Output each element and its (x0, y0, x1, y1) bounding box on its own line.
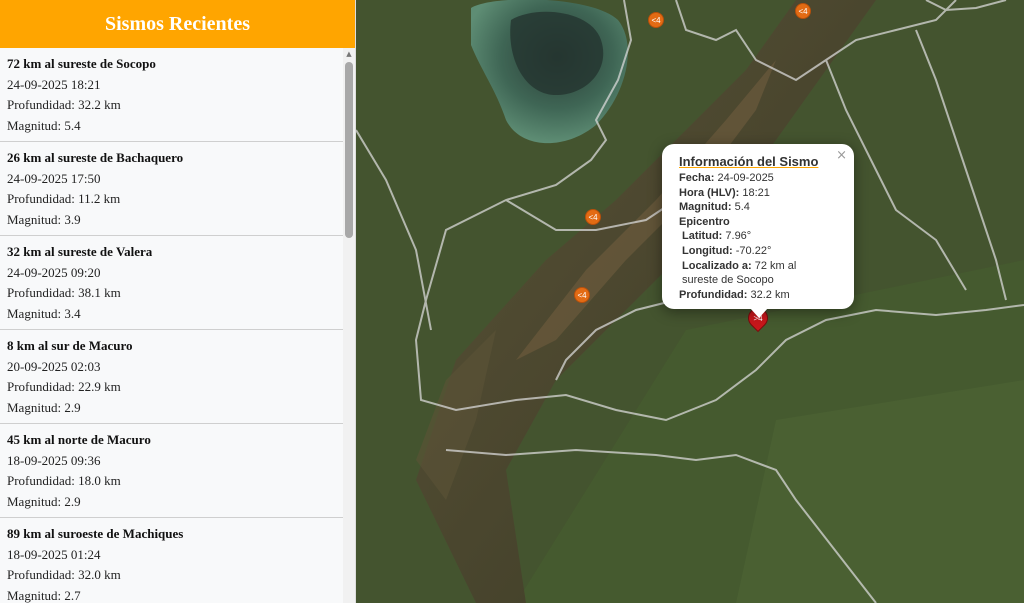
value: 5.4 (734, 201, 750, 214)
quake-datetime: 24-09-2025 17:50 (7, 170, 101, 186)
quake-depth: Profundidad: 38.1 km (7, 285, 121, 300)
quake-magnitude: Magnitud: 3.4 (7, 305, 81, 321)
value: 7.96° (725, 230, 752, 243)
popup-profundidad: Profundidad: 32.2 km (679, 288, 838, 303)
scrollbar-thumb[interactable] (345, 62, 353, 238)
value: 32.2 km (750, 288, 790, 301)
popup-localizado: Localizado a: 72 km al sureste de Socopo (679, 259, 802, 288)
label: Fecha: (679, 172, 715, 184)
scroll-up-arrow-icon[interactable]: ▲ (343, 48, 355, 60)
quake-location: 8 km al sur de Macuro (7, 338, 133, 353)
quake-datetime: 18-09-2025 09:36 (7, 452, 101, 468)
popup-hora: Hora (HLV): 18:21 (679, 186, 838, 201)
quake-depth: Profundidad: 22.9 km (7, 379, 121, 394)
sidebar: Sismos Recientes 72 km al sureste de Soc… (0, 0, 356, 603)
value: 24-09-2025 (717, 172, 774, 184)
list-item[interactable]: 45 km al norte de Macuro 18-09-2025 09:3… (0, 424, 343, 518)
quake-depth: Profundidad: 32.0 km (7, 567, 121, 582)
quake-magnitude: Magnitud: 2.7 (7, 587, 81, 603)
list-item[interactable]: 89 km al suroeste de Machiques 18-09-202… (0, 518, 343, 603)
quake-datetime: 18-09-2025 01:24 (7, 546, 101, 562)
list-item[interactable]: 8 km al sur de Macuro 20-09-2025 02:03 P… (0, 330, 343, 424)
value: 18:21 (742, 186, 770, 199)
quake-location: 32 km al sureste de Valera (7, 244, 153, 259)
earthquake-marker-small[interactable]: <4 (648, 12, 664, 28)
label: Longitud: (682, 244, 733, 257)
list-item[interactable]: 26 km al sureste de Bachaquero 24-09-202… (0, 142, 343, 236)
quake-magnitude: Magnitud: 5.4 (7, 117, 81, 133)
popup-title: Información del Sismo (679, 154, 819, 169)
quake-location: 72 km al sureste de Socopo (7, 56, 156, 71)
quake-datetime: 24-09-2025 09:20 (7, 264, 101, 280)
map[interactable]: <4 <4 <4 <4 >4 × Información del Sismo F… (356, 0, 1024, 603)
quake-magnitude: Magnitud: 2.9 (7, 493, 81, 509)
popup-fecha: Fecha: 24-09-2025 (679, 171, 838, 186)
popup-latitud: Latitud: 7.96° (679, 229, 838, 244)
label: Localizado a: (682, 259, 752, 272)
sidebar-title: Sismos Recientes (0, 0, 355, 48)
quake-location: 45 km al norte de Macuro (7, 432, 151, 447)
quake-datetime: 24-09-2025 18:21 (7, 76, 101, 92)
earthquake-marker-small[interactable]: <4 (574, 287, 590, 303)
label: Magnitud: (679, 201, 732, 214)
quake-magnitude: Magnitud: 3.9 (7, 211, 81, 227)
list-scrollbar[interactable]: ▲ (343, 48, 355, 603)
earthquake-marker-small[interactable]: <4 (585, 209, 601, 225)
list-item[interactable]: 32 km al sureste de Valera 24-09-2025 09… (0, 236, 343, 330)
earthquake-list[interactable]: 72 km al sureste de Socopo 24-09-2025 18… (0, 48, 343, 603)
quake-magnitude: Magnitud: 2.9 (7, 399, 81, 415)
popup-longitud: Longitud: -70.22° (679, 244, 838, 259)
quake-location: 89 km al suroeste de Machiques (7, 526, 184, 541)
close-icon[interactable]: × (836, 148, 847, 163)
list-item[interactable]: 72 km al sureste de Socopo 24-09-2025 18… (0, 48, 343, 142)
popup-tip (750, 308, 768, 318)
popup-magnitud: Magnitud: 5.4 (679, 200, 838, 215)
earthquake-info-popup: × Información del Sismo Fecha: 24-09-202… (662, 144, 854, 318)
quake-location: 26 km al sureste de Bachaquero (7, 150, 184, 165)
quake-depth: Profundidad: 32.2 km (7, 97, 121, 112)
earthquake-marker-small[interactable]: <4 (795, 3, 811, 19)
label: Epicentro (679, 215, 730, 228)
label: Hora (HLV): (679, 186, 740, 199)
popup-epicentro: Epicentro (679, 215, 838, 230)
quake-depth: Profundidad: 11.2 km (7, 191, 121, 206)
value: -70.22° (735, 244, 772, 257)
label: Profundidad: (679, 288, 748, 301)
label: Latitud: (682, 230, 723, 243)
quake-depth: Profundidad: 18.0 km (7, 473, 121, 488)
quake-datetime: 20-09-2025 02:03 (7, 358, 101, 374)
